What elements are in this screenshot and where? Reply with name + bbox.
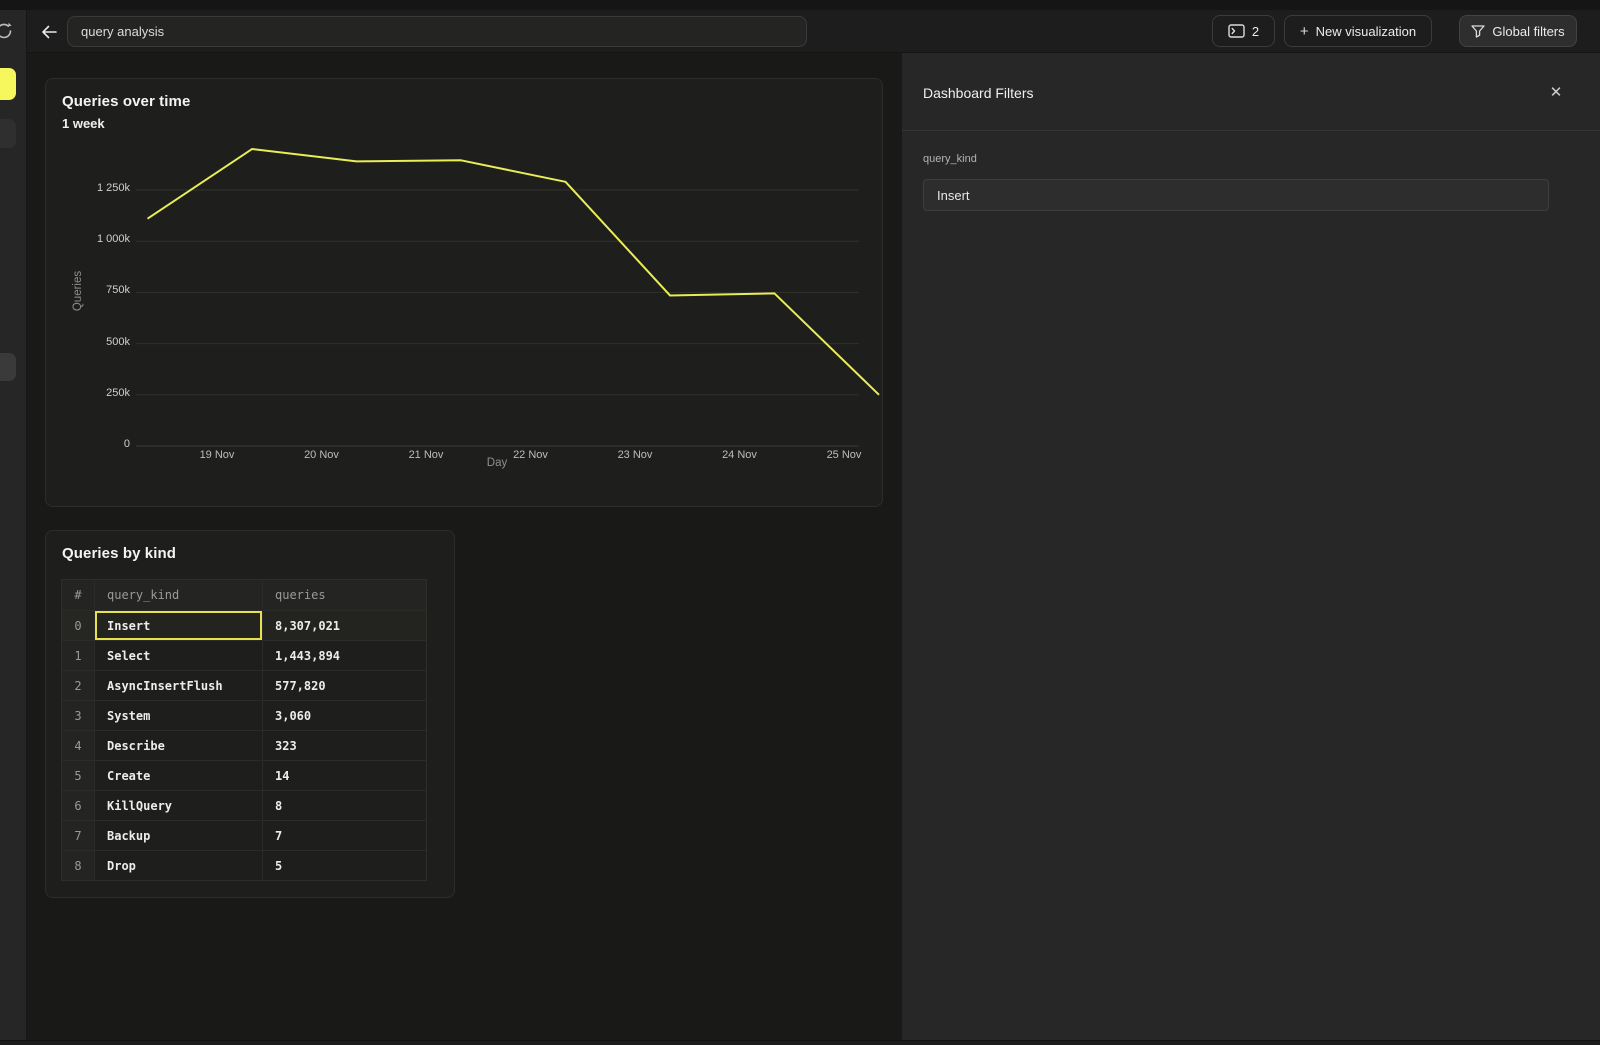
queries-line-series xyxy=(148,149,880,395)
new-visualization-button[interactable]: + New visualization xyxy=(1284,15,1432,47)
query-kind-cell[interactable]: Backup xyxy=(94,820,262,850)
console-count-value: 2 xyxy=(1252,24,1259,39)
new-visualization-label: New visualization xyxy=(1316,24,1416,39)
dashboard-canvas: Queries over time 1 week Queries Day 025… xyxy=(28,53,901,1040)
query-kind-cell[interactable]: Drop xyxy=(94,850,262,880)
table-row: 3System3,060 xyxy=(62,700,426,730)
chart-card-queries-over-time: Queries over time 1 week Queries Day 025… xyxy=(45,78,883,507)
sidebar-item[interactable] xyxy=(0,119,16,148)
queries-count-cell[interactable]: 3,060 xyxy=(262,700,426,730)
table-row: 2AsyncInsertFlush577,820 xyxy=(62,670,426,700)
y-axis-tick-label: 500k xyxy=(68,336,130,348)
query-kind-cell[interactable]: Select xyxy=(94,640,262,670)
table-header-cell: queries xyxy=(262,580,426,610)
x-axis-tick-label: 25 Nov xyxy=(804,449,884,461)
row-index-cell: 7 xyxy=(62,820,94,850)
row-index-cell: 6 xyxy=(62,790,94,820)
row-index-cell: 2 xyxy=(62,670,94,700)
queries-count-cell[interactable]: 7 xyxy=(262,820,426,850)
global-filters-label: Global filters xyxy=(1492,24,1564,39)
chart-plot-area xyxy=(46,79,884,479)
row-index-cell: 4 xyxy=(62,730,94,760)
row-index-cell: 3 xyxy=(62,700,94,730)
y-axis-tick-label: 1 250k xyxy=(68,182,130,194)
x-axis-tick-label: 24 Nov xyxy=(700,449,780,461)
table-title: Queries by kind xyxy=(62,545,176,562)
table-card-queries-by-kind: Queries by kind #query_kindqueries0Inser… xyxy=(45,530,455,898)
window-bottom-edge xyxy=(0,1040,1600,1045)
table-row: 6KillQuery8 xyxy=(62,790,426,820)
queries-count-cell[interactable]: 5 xyxy=(262,850,426,880)
filter-field-label: query_kind xyxy=(923,153,977,165)
query-kind-cell[interactable]: Insert xyxy=(94,610,262,640)
table-row: 7Backup7 xyxy=(62,820,426,850)
close-icon[interactable]: ✕ xyxy=(1544,81,1568,105)
sidebar-item-dashboard-active[interactable] xyxy=(0,68,16,100)
queries-by-kind-table: #query_kindqueries0Insert8,307,0211Selec… xyxy=(61,579,427,881)
query-kind-cell[interactable]: AsyncInsertFlush xyxy=(94,670,262,700)
y-axis-tick-label: 1 000k xyxy=(68,233,130,245)
y-axis-tick-label: 0 xyxy=(68,438,130,450)
console-icon xyxy=(1228,24,1245,38)
x-axis-tick-label: 23 Nov xyxy=(595,449,675,461)
sidebar-item[interactable] xyxy=(0,353,16,381)
filters-panel-header: Dashboard Filters ✕ xyxy=(902,53,1600,131)
global-filters-button[interactable]: Global filters xyxy=(1459,15,1577,47)
filters-panel-title: Dashboard Filters xyxy=(923,85,1034,101)
plus-icon: + xyxy=(1300,23,1309,40)
queries-count-cell[interactable]: 1,443,894 xyxy=(262,640,426,670)
queries-count-cell[interactable]: 8,307,021 xyxy=(262,610,426,640)
y-axis-tick-label: 750k xyxy=(68,284,130,296)
back-button[interactable] xyxy=(36,19,62,45)
top-bar: 2 + New visualization Global filters xyxy=(27,10,1600,53)
query-kind-cell[interactable]: System xyxy=(94,700,262,730)
queries-count-cell[interactable]: 8 xyxy=(262,790,426,820)
table-row: 1Select1,443,894 xyxy=(62,640,426,670)
queries-count-cell[interactable]: 323 xyxy=(262,730,426,760)
table-row: 8Drop5 xyxy=(62,850,426,880)
queries-count-cell[interactable]: 577,820 xyxy=(262,670,426,700)
query-kind-cell[interactable]: Create xyxy=(94,760,262,790)
filter-funnel-icon xyxy=(1471,25,1485,38)
dashboard-filters-panel: Dashboard Filters ✕ query_kind xyxy=(901,53,1600,1040)
queries-line-chart[interactable]: Queries Day 0250k500k750k1 000k1 250k19 … xyxy=(46,79,882,506)
table-header-cell: query_kind xyxy=(94,580,262,610)
arrow-left-icon xyxy=(40,24,58,40)
queries-count-cell[interactable]: 14 xyxy=(262,760,426,790)
row-index-cell: 1 xyxy=(62,640,94,670)
refresh-icon-glyph xyxy=(0,21,14,41)
refresh-icon[interactable] xyxy=(0,21,14,44)
table-row: 0Insert8,307,021 xyxy=(62,610,426,640)
dashboard-title-input[interactable] xyxy=(67,16,807,47)
row-index-cell: 0 xyxy=(62,610,94,640)
filter-query-kind-input[interactable] xyxy=(923,179,1549,211)
x-axis-tick-label: 22 Nov xyxy=(491,449,571,461)
y-axis-tick-label: 250k xyxy=(68,387,130,399)
table-row: 4Describe323 xyxy=(62,730,426,760)
left-icon-rail xyxy=(0,10,27,1040)
query-kind-cell[interactable]: KillQuery xyxy=(94,790,262,820)
row-index-cell: 8 xyxy=(62,850,94,880)
console-count-button[interactable]: 2 xyxy=(1212,15,1275,47)
query-kind-cell[interactable]: Describe xyxy=(94,730,262,760)
row-index-cell: 5 xyxy=(62,760,94,790)
window-chrome-strip xyxy=(0,0,1600,10)
table-row: 5Create14 xyxy=(62,760,426,790)
app-window: 2 + New visualization Global filters Que… xyxy=(0,0,1600,1045)
x-axis-tick-label: 19 Nov xyxy=(177,449,257,461)
x-axis-tick-label: 20 Nov xyxy=(282,449,362,461)
table-header-cell: # xyxy=(62,580,94,610)
table-header-row: #query_kindqueries xyxy=(62,580,426,610)
x-axis-tick-label: 21 Nov xyxy=(386,449,466,461)
